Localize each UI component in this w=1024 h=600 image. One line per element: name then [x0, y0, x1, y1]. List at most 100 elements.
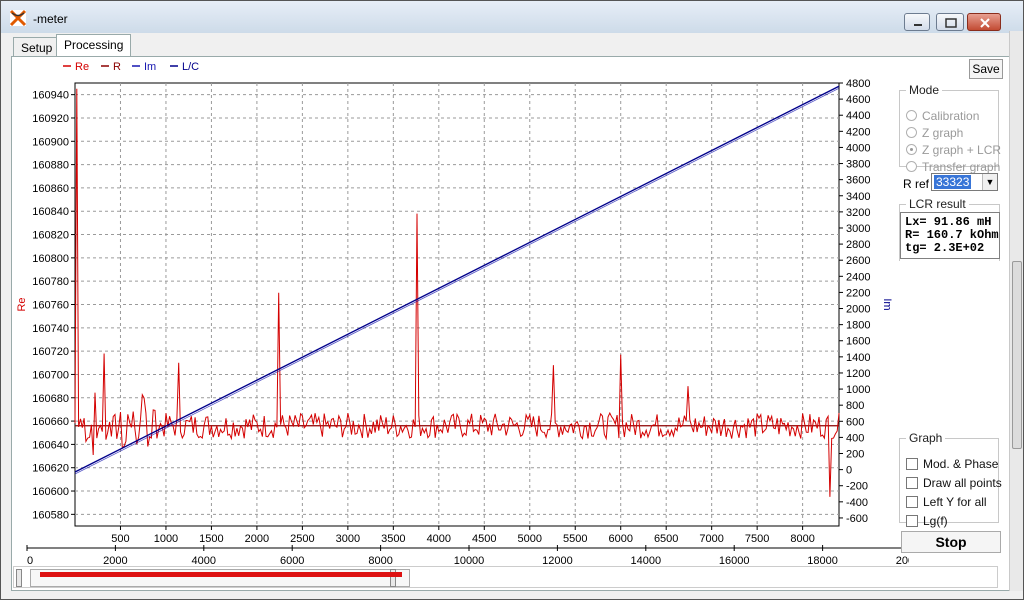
y-right-tick-label: 2200: [846, 287, 870, 299]
x-tick-label: 4000: [427, 533, 451, 545]
app-logo-icon: [9, 9, 27, 27]
y-left-tick-label: 160820: [32, 230, 69, 242]
lg-f-checkbox[interactable]: Lg(f): [906, 514, 948, 530]
tab-bar: Setup Processing: [11, 33, 1011, 58]
y-left-tick-label: 160640: [32, 439, 69, 451]
graph-options-title: Graph: [909, 431, 943, 445]
legend-entry: R: [113, 61, 121, 73]
x-tick-label: 1000: [154, 533, 178, 545]
title-bar: -meter: [1, 1, 1023, 33]
vertical-scrollbar[interactable]: [1009, 31, 1023, 591]
y-right-tick-label: 800: [846, 400, 864, 412]
checkbox-icon: [906, 458, 918, 470]
checkbox-icon: [906, 477, 918, 489]
vertical-scrollbar-thumb[interactable]: [1012, 261, 1022, 449]
y-right-tick-label: 3600: [846, 175, 870, 187]
minimize-button[interactable]: [904, 13, 930, 31]
radio-icon: [906, 161, 917, 172]
mode-z-graph-lcr-radio[interactable]: Z graph + LCR: [906, 143, 1001, 159]
mode-z-graph-radio[interactable]: Z graph: [906, 126, 963, 142]
radio-label: Z graph: [922, 126, 964, 140]
legend-entry: L/C: [182, 61, 199, 73]
y-right-tick-label: 3200: [846, 207, 870, 219]
tab-processing[interactable]: Processing: [56, 34, 132, 58]
y-left-axis-title: Re: [16, 297, 28, 311]
close-icon: [980, 18, 990, 28]
y-right-tick-label: 200: [846, 449, 864, 461]
draw-all-points-checkbox[interactable]: Draw all points: [906, 476, 1002, 492]
x-tick-label: 1500: [199, 533, 223, 545]
y-right-tick-label: 1600: [846, 336, 870, 348]
chevron-down-icon[interactable]: ▼: [982, 174, 997, 190]
mod-phase-checkbox[interactable]: Mod. & Phase: [906, 457, 998, 473]
rref-label: R ref: [903, 177, 930, 191]
radio-selected-icon: [906, 144, 917, 155]
mode-group: Mode Calibration Z graph Z graph + LCR T…: [899, 83, 1001, 174]
y-right-tick-label: 3400: [846, 191, 870, 203]
x-tick-label: 3000: [336, 533, 360, 545]
y-left-tick-label: 160760: [32, 300, 69, 312]
x-tick-label: 4500: [472, 533, 496, 545]
x-tick-label: 2000: [245, 533, 269, 545]
y-right-tick-label: 4000: [846, 142, 870, 154]
tab-setup[interactable]: Setup: [13, 37, 61, 57]
y-left-tick-label: 160860: [32, 183, 69, 195]
rref-select[interactable]: 33323 ▼: [931, 173, 998, 191]
y-left-tick-label: 160940: [32, 90, 69, 102]
impedance-chart: Re R Im L/C500 1000 1500 2000 2500 3000 3500 4000 4…: [16, 61, 909, 567]
mode-calibration-radio[interactable]: Calibration: [906, 109, 979, 125]
x-tick-label: 7500: [745, 533, 769, 545]
stop-button[interactable]: Stop: [901, 531, 1001, 553]
window-title: -meter: [33, 12, 68, 26]
y-left-tick-label: 160600: [32, 486, 69, 498]
y-right-tick-label: 1800: [846, 320, 870, 332]
y-right-tick-label: 400: [846, 432, 864, 444]
x-tick-label: 7000: [699, 533, 723, 545]
graph-options-group: Graph Mod. & Phase Draw all points Left …: [899, 431, 1002, 528]
maximize-button[interactable]: [936, 13, 964, 31]
frequency-range-fill: [40, 572, 402, 577]
y-right-tick-label: 1000: [846, 384, 870, 396]
x-tick-label: 5500: [563, 533, 587, 545]
x-tick-label: 2500: [290, 533, 314, 545]
mode-group-title: Mode: [909, 83, 940, 97]
checkbox-label: Mod. & Phase: [923, 457, 999, 471]
radio-label: Transfer graph: [922, 160, 1001, 174]
y-left-tick-label: 160780: [32, 276, 69, 288]
y-right-tick-label: -400: [846, 497, 868, 509]
y-left-tick-label: 160880: [32, 160, 69, 172]
y-left-tick-label: 160720: [32, 346, 69, 358]
x-tick-label: 500: [111, 533, 129, 545]
y-right-tick-label: 4800: [846, 78, 870, 90]
x-tick-label: 8000: [790, 533, 814, 545]
y-right-tick-label: -200: [846, 481, 868, 493]
y-right-tick-label: 4600: [846, 94, 870, 106]
y-right-tick-label: 2600: [846, 255, 870, 267]
y-left-tick-label: 160900: [32, 136, 69, 148]
range-start-handle[interactable]: [16, 569, 22, 587]
radio-icon: [906, 127, 917, 138]
y-left-tick-label: 160680: [32, 393, 69, 405]
y-right-tick-label: -600: [846, 513, 868, 525]
y-right-axis-title: Im: [881, 298, 893, 310]
y-right-tick-label: 3800: [846, 159, 870, 171]
lcr-result-display: Lx= 91.86 mH R= 160.7 kOhm tg= 2.3E+02: [900, 212, 1000, 259]
y-left-tick-label: 160800: [32, 253, 69, 265]
checkbox-label: Draw all points: [923, 476, 1002, 490]
rref-value: 33323: [934, 175, 972, 189]
lcr-result-title: LCR result: [909, 197, 966, 211]
y-right-tick-label: 1200: [846, 368, 870, 380]
radio-label: Calibration: [922, 109, 980, 123]
y-right-tick-label: 4400: [846, 110, 870, 122]
left-y-for-all-checkbox[interactable]: Left Y for all: [906, 495, 987, 511]
radio-label: Z graph + LCR: [922, 143, 1002, 157]
y-left-tick-label: 160920: [32, 113, 69, 125]
save-button[interactable]: Save: [969, 59, 1003, 79]
minimize-icon: [914, 24, 922, 26]
y-left-tick-label: 160740: [32, 323, 69, 335]
frequency-range-area: [13, 566, 998, 588]
maximize-icon: [945, 18, 957, 28]
x-tick-label: 5000: [518, 533, 542, 545]
radio-icon: [906, 110, 917, 121]
close-button[interactable]: [967, 13, 1001, 31]
